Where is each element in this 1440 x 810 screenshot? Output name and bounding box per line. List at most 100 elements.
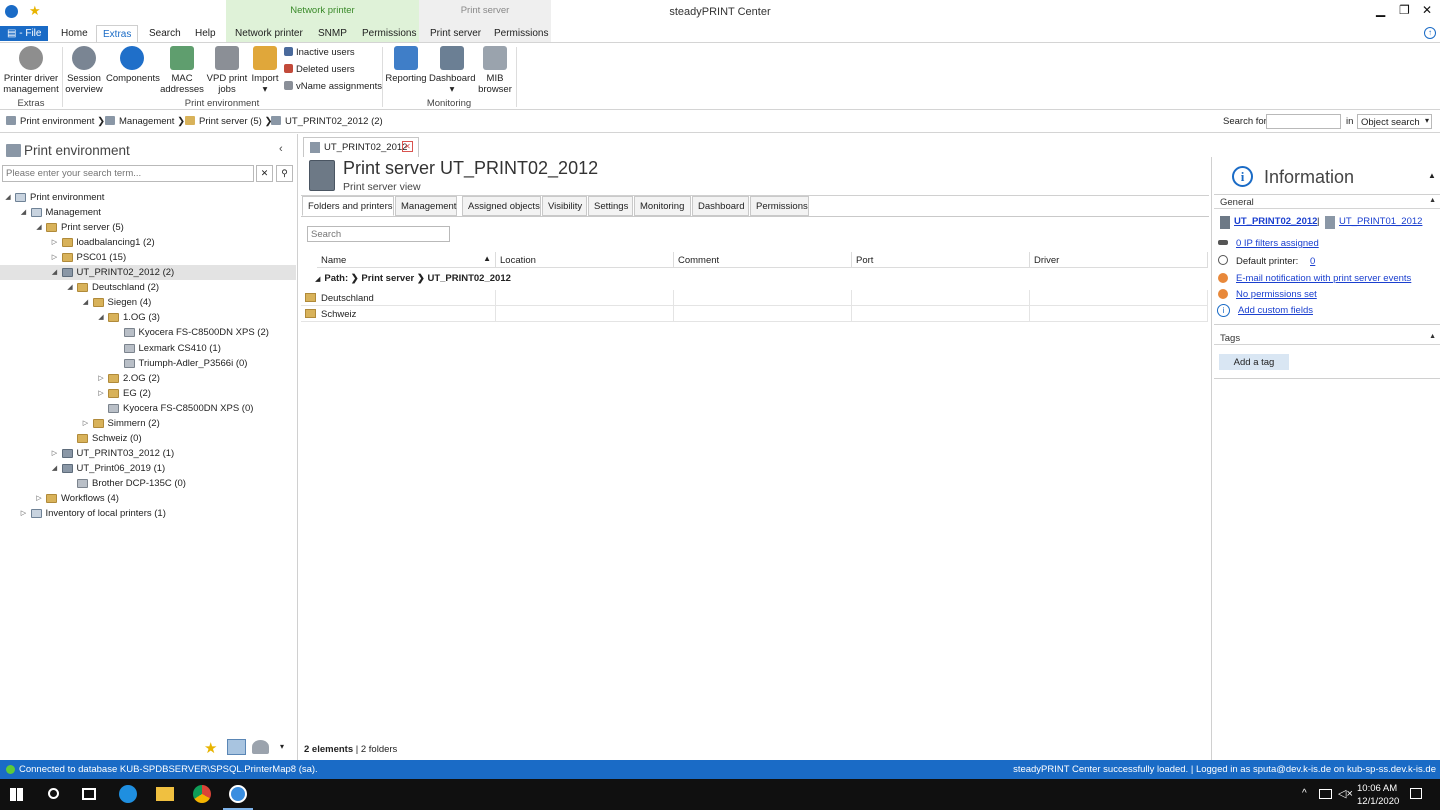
column-header-name[interactable]: Name ▲ bbox=[317, 252, 496, 268]
tree-item[interactable]: Kyocera FS-C8500DN XPS (2) bbox=[0, 325, 296, 340]
mac-addresses-button[interactable]: MAC addresses bbox=[160, 46, 204, 95]
tab-permissions-server[interactable]: Permissions bbox=[494, 28, 548, 39]
tree-item[interactable]: ▷ loadbalancing1 (2) bbox=[0, 235, 296, 250]
document-tab[interactable]: UT_PRINT02_2012 ✕ bbox=[303, 137, 419, 157]
collapse-pane-icon[interactable]: ‹ bbox=[279, 143, 283, 155]
help-circle-icon[interactable]: ↑ bbox=[1424, 27, 1436, 39]
show-hidden-icons-icon[interactable]: ^ bbox=[1302, 788, 1307, 799]
tree-item[interactable]: ◢ Print server (5) bbox=[0, 220, 296, 235]
tab-extras[interactable]: Extras bbox=[96, 25, 139, 43]
mib-browser-button[interactable]: MIB browser bbox=[476, 46, 514, 95]
vpd-print-jobs-button[interactable]: VPD print jobs bbox=[205, 46, 249, 95]
expanded-arrow-icon[interactable]: ◢ bbox=[50, 265, 60, 280]
tree-search-input[interactable] bbox=[2, 165, 254, 182]
start-windows-icon[interactable] bbox=[10, 788, 23, 801]
more-views-chevron-icon[interactable]: ▾ bbox=[280, 742, 284, 751]
column-header-driver[interactable]: Driver bbox=[1030, 252, 1208, 268]
tab-network-printer[interactable]: Network printer bbox=[235, 28, 303, 39]
tags-section-header[interactable]: Tags ▲ bbox=[1214, 331, 1440, 345]
tree-item[interactable]: Brother DCP-135C (0) bbox=[0, 476, 296, 491]
volume-icon[interactable]: ◁× bbox=[1338, 787, 1353, 800]
custom-fields-link[interactable]: Add custom fields bbox=[1238, 305, 1313, 316]
tab-permissions[interactable]: Permissions bbox=[750, 196, 809, 216]
task-view-icon[interactable] bbox=[82, 788, 96, 800]
breadcrumb-item-server[interactable]: UT_PRINT02_2012 (2) bbox=[271, 116, 383, 127]
reporting-button[interactable]: Reporting bbox=[384, 46, 428, 85]
session-overview-button[interactable]: Session overview bbox=[64, 46, 104, 95]
default-printer-value[interactable]: 0 bbox=[1310, 256, 1315, 267]
chrome-browser-icon[interactable] bbox=[193, 785, 211, 803]
column-header-comment[interactable]: Comment bbox=[674, 252, 852, 268]
collapsed-arrow-icon[interactable]: ▷ bbox=[34, 491, 44, 506]
edge-browser-icon[interactable] bbox=[119, 785, 137, 803]
clock-time[interactable]: 10:06 AM bbox=[1357, 783, 1397, 794]
path-group-row[interactable]: ◢ Path: ❯ Print server ❯ UT_PRINT02_2012 bbox=[301, 270, 1208, 288]
tree-item[interactable]: ▷ Workflows (4) bbox=[0, 491, 296, 506]
breadcrumb-item-print-server[interactable]: Print server (5) ❯ bbox=[185, 116, 272, 127]
server-primary-link[interactable]: UT_PRINT02_2012 bbox=[1234, 216, 1317, 227]
print-environment-view-icon[interactable] bbox=[227, 739, 246, 755]
file-explorer-icon[interactable] bbox=[156, 787, 174, 801]
grid-search-input[interactable] bbox=[307, 226, 450, 242]
inactive-users-button[interactable]: Inactive users bbox=[284, 47, 355, 58]
expanded-arrow-icon[interactable]: ◢ bbox=[34, 220, 44, 235]
collapsed-arrow-icon[interactable]: ▷ bbox=[19, 506, 29, 521]
vname-assignments-button[interactable]: vName assignments bbox=[284, 81, 382, 92]
tab-snmp[interactable]: SNMP bbox=[318, 28, 347, 39]
expanded-arrow-icon[interactable]: ◢ bbox=[50, 461, 60, 476]
tree-item[interactable]: Lexmark CS410 (1) bbox=[0, 341, 296, 356]
favorites-star-icon[interactable]: ★ bbox=[204, 739, 217, 757]
file-menu-button[interactable]: ▤ - File bbox=[0, 26, 48, 41]
collapse-info-icon[interactable]: ▲ bbox=[1428, 171, 1436, 180]
expanded-arrow-icon[interactable]: ◢ bbox=[3, 190, 13, 205]
tree-item[interactable]: ▷ Inventory of local printers (1) bbox=[0, 506, 296, 521]
tab-management[interactable]: Management bbox=[395, 196, 457, 216]
tab-help[interactable]: Help bbox=[195, 28, 216, 39]
expanded-arrow-icon[interactable]: ◢ bbox=[65, 280, 75, 295]
tree-item[interactable]: ▷ 2.OG (2) bbox=[0, 371, 296, 386]
global-search-input[interactable] bbox=[1266, 114, 1341, 129]
tree-item[interactable]: ◢ Siegen (4) bbox=[0, 295, 296, 310]
notifications-icon[interactable] bbox=[1410, 788, 1422, 799]
tree-item[interactable]: ▷ EG (2) bbox=[0, 386, 296, 401]
collapsed-arrow-icon[interactable]: ▷ bbox=[50, 250, 60, 265]
search-scope-select[interactable]: Object search ▾ bbox=[1357, 114, 1432, 129]
collapsed-arrow-icon[interactable]: ▷ bbox=[96, 386, 106, 401]
tab-assigned-objects[interactable]: Assigned objects bbox=[462, 196, 541, 216]
collapsed-arrow-icon[interactable]: ▷ bbox=[96, 371, 106, 386]
tab-home[interactable]: Home bbox=[61, 28, 88, 39]
table-row[interactable]: Schweiz bbox=[301, 306, 1208, 322]
tab-settings[interactable]: Settings bbox=[588, 196, 633, 216]
tree-item[interactable]: ◢ Print environment bbox=[0, 190, 296, 205]
tab-print-server[interactable]: Print server bbox=[430, 28, 481, 39]
expanded-arrow-icon[interactable]: ◢ bbox=[96, 310, 106, 325]
breadcrumb-item-print-environment[interactable]: Print environment ❯ bbox=[6, 116, 105, 127]
general-section-header[interactable]: General ▲ bbox=[1214, 195, 1440, 209]
server-secondary-link[interactable]: UT_PRINT01_2012 bbox=[1339, 216, 1422, 227]
expanded-arrow-icon[interactable]: ◢ bbox=[19, 205, 29, 220]
permissions-link[interactable]: No permissions set bbox=[1236, 289, 1317, 300]
add-tag-button[interactable]: Add a tag bbox=[1219, 354, 1289, 370]
deleted-users-button[interactable]: Deleted users bbox=[284, 64, 355, 75]
tab-monitoring[interactable]: Monitoring bbox=[634, 196, 691, 216]
tab-dashboard[interactable]: Dashboard bbox=[692, 196, 749, 216]
printer-driver-management-button[interactable]: Printer driver management bbox=[3, 46, 59, 95]
clock-date[interactable]: 12/1/2020 bbox=[1357, 796, 1399, 807]
tree-item[interactable]: ▷ Simmern (2) bbox=[0, 416, 296, 431]
clear-search-icon[interactable]: ✕ bbox=[256, 165, 273, 182]
dashboard-button[interactable]: Dashboard ▾ bbox=[429, 46, 475, 95]
tree-item[interactable]: ◢ Deutschland (2) bbox=[0, 280, 296, 295]
steadyprint-taskbar-icon[interactable] bbox=[229, 785, 247, 803]
restore-button[interactable]: ❐ bbox=[1399, 3, 1410, 17]
tree-item[interactable]: Triumph-Adler_P3566i (0) bbox=[0, 356, 296, 371]
network-icon[interactable] bbox=[1319, 789, 1332, 799]
users-view-icon[interactable] bbox=[252, 740, 269, 754]
collapsed-arrow-icon[interactable]: ▷ bbox=[50, 446, 60, 461]
components-button[interactable]: Components bbox=[106, 46, 160, 85]
close-tab-icon[interactable]: ✕ bbox=[402, 141, 413, 152]
tree-item[interactable]: ▷ UT_PRINT03_2012 (1) bbox=[0, 446, 296, 461]
email-notification-link[interactable]: E-mail notification with print server ev… bbox=[1236, 273, 1411, 284]
tab-permissions-network[interactable]: Permissions bbox=[362, 28, 416, 39]
expanded-arrow-icon[interactable]: ◢ bbox=[81, 295, 91, 310]
tree-item[interactable]: Schweiz (0) bbox=[0, 431, 296, 446]
